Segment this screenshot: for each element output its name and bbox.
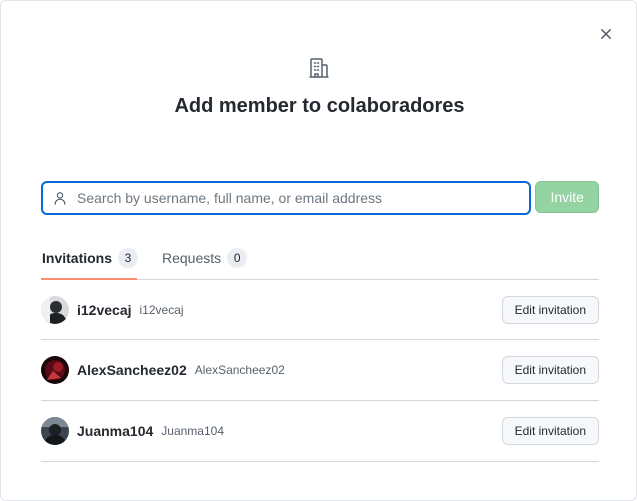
invitee-fullname: AlexSancheez02 bbox=[194, 363, 285, 377]
tab-requests-label: Requests bbox=[162, 250, 222, 266]
search-row: Invite bbox=[41, 181, 599, 215]
avatar-image bbox=[41, 356, 69, 384]
invite-button[interactable]: Invite bbox=[535, 181, 599, 213]
add-member-dialog: Add member to colaboradores Invite Invit… bbox=[0, 0, 637, 501]
avatar[interactable] bbox=[41, 356, 69, 384]
tab-invitations-label: Invitations bbox=[42, 250, 113, 266]
avatar[interactable] bbox=[41, 295, 69, 324]
person-icon bbox=[54, 192, 66, 205]
invitee-fullname: i12vecaj bbox=[139, 302, 184, 317]
list-item: i12vecaj i12vecaj Edit invitation bbox=[41, 280, 599, 340]
tab-invitations[interactable]: Invitations 3 bbox=[41, 237, 139, 280]
tab-requests[interactable]: Requests 0 bbox=[162, 237, 248, 279]
list-item: Juanma104 Juanma104 Edit invitation bbox=[41, 401, 599, 462]
invitee-username[interactable]: AlexSancheez02 bbox=[77, 362, 187, 378]
avatar-image bbox=[41, 295, 69, 324]
avatar[interactable] bbox=[41, 417, 69, 445]
tab-requests-counter: 0 bbox=[227, 248, 248, 268]
organization-icon bbox=[309, 58, 329, 78]
search-box[interactable] bbox=[41, 181, 532, 215]
invitee-username[interactable]: Juanma104 bbox=[77, 423, 153, 439]
edit-invitation-button[interactable]: Edit invitation bbox=[501, 417, 599, 445]
tab-invitations-counter: 3 bbox=[118, 248, 139, 268]
close-button[interactable] bbox=[595, 23, 617, 45]
invitee-username[interactable]: i12vecaj bbox=[77, 302, 132, 318]
avatar-image bbox=[41, 417, 69, 445]
search-input[interactable] bbox=[75, 189, 529, 207]
close-icon bbox=[601, 29, 611, 39]
edit-invitation-button[interactable]: Edit invitation bbox=[501, 356, 599, 384]
dialog-title: Add member to colaboradores bbox=[174, 95, 465, 117]
list-item: AlexSancheez02 AlexSancheez02 Edit invit… bbox=[41, 340, 599, 401]
edit-invitation-button[interactable]: Edit invitation bbox=[501, 295, 599, 324]
invitee-fullname: Juanma104 bbox=[161, 424, 224, 438]
invitation-list: i12vecaj i12vecaj Edit invitation AlexSa… bbox=[41, 280, 599, 462]
tab-bar: Invitations 3 Requests 0 bbox=[41, 237, 599, 280]
